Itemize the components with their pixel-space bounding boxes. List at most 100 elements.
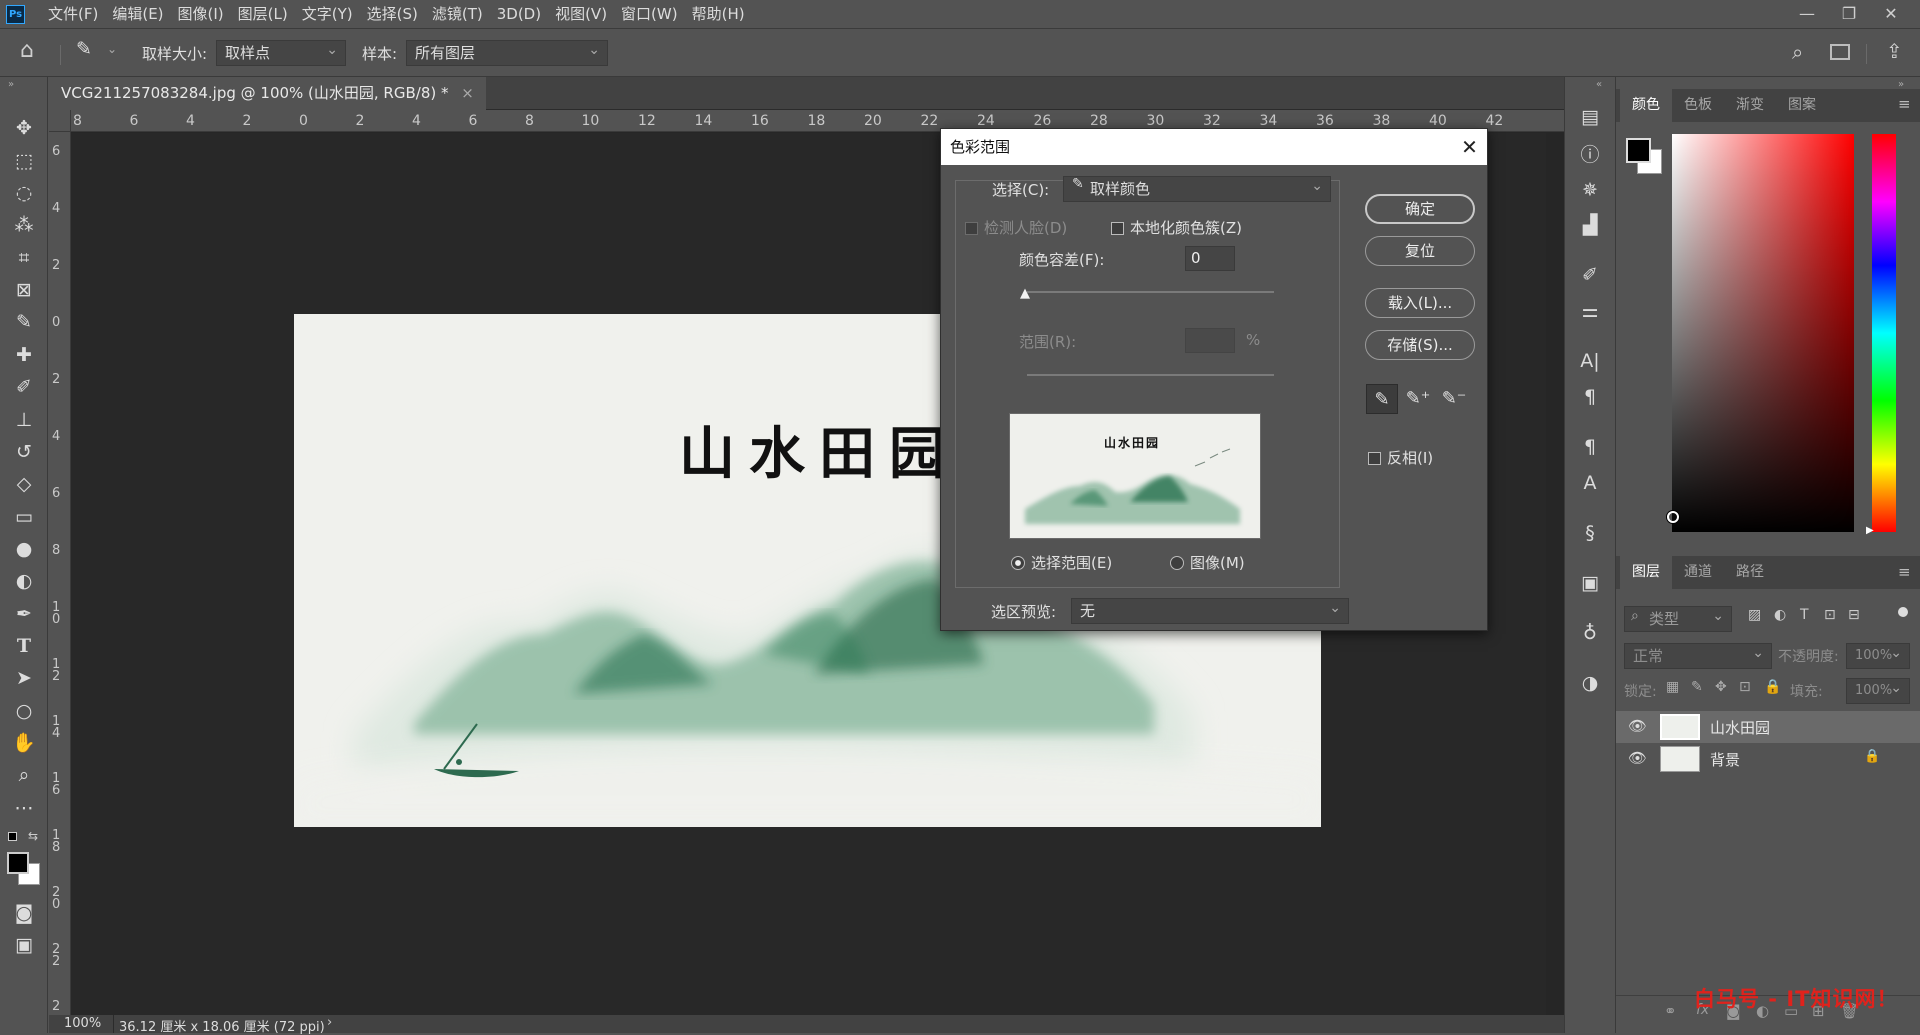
restore-button[interactable]: ❐ [1828, 0, 1870, 29]
foreground-color-swatch[interactable] [1626, 138, 1651, 163]
link-layers-icon[interactable]: ⚭ [1664, 1002, 1677, 1020]
range-slider-track[interactable] [1027, 374, 1274, 376]
lock-artboard-icon[interactable]: ⊡ [1739, 679, 1751, 695]
status-chevron-icon[interactable]: › [327, 1015, 332, 1030]
paragraph-styles-panel-icon[interactable]: ¶ [1571, 432, 1609, 462]
adjustment-layer-icon[interactable]: ◑ [1571, 668, 1609, 698]
opacity-input[interactable]: 100% [1846, 641, 1910, 669]
gradient-tool-icon[interactable]: ▭ [6, 502, 42, 532]
eraser-tool-icon[interactable]: ◇ [6, 469, 42, 499]
fuzziness-input[interactable]: 0 [1185, 246, 1235, 271]
hue-slider-handle-icon[interactable]: ▶ [1866, 525, 1874, 536]
swap-colors-icon[interactable]: ⇆ [28, 829, 38, 843]
menu-view[interactable]: 视图(V) [548, 0, 614, 29]
tab-patterns[interactable]: 图案 [1776, 89, 1828, 122]
fuzziness-slider-track[interactable] [1027, 291, 1274, 293]
filter-pixel-icon[interactable]: ▨ [1748, 607, 1761, 623]
pen-tool-icon[interactable]: ✒ [6, 599, 42, 629]
layer-row[interactable]: 👁 山水田园 [1616, 711, 1920, 743]
save-button[interactable]: 存储(S)... [1365, 330, 1475, 360]
ok-button[interactable]: 确定 [1365, 194, 1475, 224]
filter-smart-object-icon[interactable]: ⊟ [1848, 607, 1860, 623]
blur-tool-icon[interactable]: ● [6, 534, 42, 564]
zoom-level[interactable]: 100% [64, 1016, 101, 1031]
search-icon[interactable]: ⌕ [1792, 40, 1803, 64]
quick-selection-tool-icon[interactable]: ⁂ [6, 210, 42, 240]
color-picker-marker[interactable] [1667, 511, 1679, 523]
healing-brush-tool-icon[interactable]: ✚ [6, 340, 42, 370]
tab-gradients[interactable]: 渐变 [1724, 89, 1776, 122]
checkbox-icon[interactable] [1111, 222, 1124, 235]
share-icon[interactable]: ⇪ [1886, 39, 1903, 63]
default-colors-icon[interactable] [8, 832, 17, 841]
visibility-eye-icon[interactable]: 👁 [1628, 717, 1647, 735]
foreground-color-swatch[interactable] [7, 852, 29, 874]
tab-swatches[interactable]: 色板 [1672, 89, 1724, 122]
localized-clusters-checkbox[interactable]: 本地化颜色簇(Z) [1111, 217, 1242, 238]
crop-tool-icon[interactable]: ⌗ [6, 243, 42, 273]
lock-image-icon[interactable]: ✎ [1691, 679, 1703, 695]
hue-slider[interactable] [1872, 134, 1896, 532]
tab-color[interactable]: 颜色 [1620, 89, 1672, 122]
color-picker-field[interactable] [1672, 134, 1854, 532]
quick-mask-icon[interactable]: ◙ [6, 898, 42, 928]
lasso-tool-icon[interactable]: ◌ [6, 178, 42, 208]
radio-icon[interactable] [1170, 556, 1184, 570]
document-tab[interactable]: VCG211257083284.jpg @ 100% (山水田园, RGB/8)… [49, 77, 486, 110]
eyedropper-tool-icon[interactable]: ✎ [6, 307, 42, 337]
fuzziness-slider-handle-icon[interactable]: ▲ [1020, 286, 1030, 301]
layer-filter-select[interactable]: 类型 [1624, 604, 1732, 632]
sample-size-select[interactable]: 取样点 [216, 38, 346, 66]
layer-row[interactable]: 👁 背景 🔒 [1616, 743, 1920, 775]
close-window-button[interactable]: ✕ [1870, 0, 1912, 29]
collapse-icon[interactable]: « [1596, 79, 1602, 90]
detect-faces-checkbox[interactable]: 检测人脸(D) [965, 217, 1067, 238]
selection-preview-select[interactable]: 无 [1071, 596, 1349, 624]
glyphs-panel-icon[interactable]: § [1571, 518, 1609, 548]
learn-panel-icon[interactable]: ♁ [1571, 618, 1609, 648]
screen-mode-icon[interactable]: ▣ [6, 930, 42, 960]
frame-tool-icon[interactable]: ⊠ [6, 275, 42, 305]
tab-layers[interactable]: 图层 [1620, 556, 1672, 589]
close-tab-icon[interactable]: × [461, 84, 474, 102]
character-styles-panel-icon[interactable]: A [1571, 468, 1609, 498]
move-tool-icon[interactable]: ✥ [6, 113, 42, 143]
lock-transparent-icon[interactable]: ▦ [1666, 679, 1679, 695]
lock-all-icon[interactable]: 🔒 [1764, 679, 1781, 695]
panel-menu-icon[interactable]: ≡ [1898, 563, 1911, 581]
properties-panel-icon[interactable]: ✵ [1571, 175, 1609, 205]
subtract-from-sample-eyedropper-icon[interactable]: ✎⁻ [1438, 384, 1470, 414]
menu-3d[interactable]: 3D(D) [490, 0, 548, 29]
menu-edit[interactable]: 编辑(E) [105, 0, 170, 29]
filter-adjustment-icon[interactable]: ◐ [1774, 607, 1786, 623]
path-selection-tool-icon[interactable]: ➤ [6, 663, 42, 693]
menu-image[interactable]: 图像(I) [171, 0, 231, 29]
menu-help[interactable]: 帮助(H) [685, 0, 752, 29]
ellipse-tool-icon[interactable]: ○ [6, 696, 42, 726]
adjustments-panel-icon[interactable]: ⚌ [1571, 296, 1609, 326]
character-panel-icon[interactable]: A| [1571, 346, 1609, 376]
home-icon[interactable]: ⌂ [20, 38, 34, 63]
menu-select[interactable]: 选择(S) [360, 0, 425, 29]
panel-menu-icon[interactable]: ≡ [1898, 95, 1911, 113]
add-to-sample-eyedropper-icon[interactable]: ✎⁺ [1402, 384, 1434, 414]
filter-toggle-icon[interactable] [1898, 607, 1908, 617]
layer-name[interactable]: 山水田园 [1710, 717, 1770, 738]
hand-tool-icon[interactable]: ✋ [6, 728, 42, 758]
invert-checkbox[interactable]: 反相(I) [1368, 447, 1433, 468]
libraries-panel-icon[interactable]: ▣ [1571, 568, 1609, 598]
filter-type-icon[interactable]: T [1800, 607, 1809, 623]
checkbox-icon[interactable] [965, 222, 978, 235]
dodge-tool-icon[interactable]: ◐ [6, 566, 42, 596]
load-button[interactable]: 载入(L)... [1365, 288, 1475, 318]
brushes-panel-icon[interactable]: ✐ [1571, 260, 1609, 290]
menu-window[interactable]: 窗口(W) [614, 0, 685, 29]
minimize-button[interactable]: — [1786, 0, 1828, 29]
collapse-icon[interactable]: » [8, 79, 14, 90]
chevron-down-icon[interactable]: ⌄ [107, 42, 117, 56]
eyedropper-tool-preset-icon[interactable]: ✎ [76, 38, 92, 60]
menu-filter[interactable]: 滤镜(T) [425, 0, 490, 29]
type-tool-icon[interactable]: T [6, 631, 42, 661]
paragraph-panel-icon[interactable]: ¶ [1571, 382, 1609, 412]
blend-mode-select[interactable]: 正常 [1624, 641, 1772, 669]
